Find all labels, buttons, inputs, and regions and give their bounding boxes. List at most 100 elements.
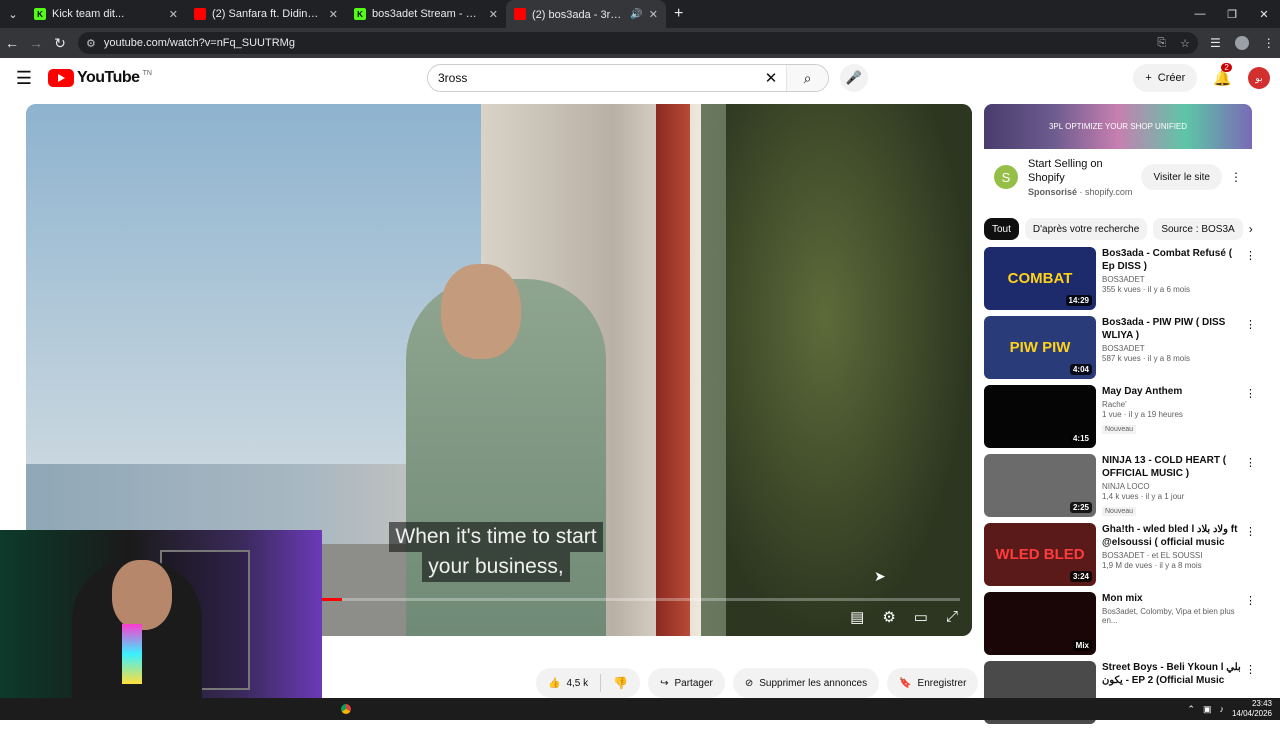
video-meta: 1,9 M de vues · il y a 8 mois (1102, 561, 1202, 570)
dislike-button[interactable]: 👎 (601, 676, 640, 690)
video-frame-person-head (441, 264, 521, 359)
save-button[interactable]: 🔖 Enregistrer (887, 668, 979, 698)
thumbnail-text: PIW PIW (1009, 339, 1071, 356)
thumbs-up-icon: 👍 (548, 677, 561, 689)
close-tab-icon[interactable]: ✕ (169, 8, 178, 21)
create-button[interactable]: + Créer (1133, 64, 1198, 92)
tab-search-button[interactable]: ⌄ (0, 0, 26, 28)
new-tab-icon[interactable]: + (674, 5, 683, 23)
recommendation-item[interactable]: PIW PIW 4:04 Bos3ada - PIW PIW ( DISS WLIY… (984, 316, 1256, 385)
chip-source[interactable]: Source : BOS3A (1153, 218, 1243, 240)
kick-icon: K (34, 8, 46, 20)
channel-name[interactable]: Rache' (1102, 400, 1242, 409)
clock[interactable]: 23:43 14/04/2026 (1232, 699, 1272, 719)
close-tab-icon[interactable]: ✕ (489, 8, 498, 21)
chevron-right-icon[interactable]: › (1249, 222, 1253, 236)
browser-menu-icon[interactable]: ⋮ (1263, 36, 1275, 50)
video-title[interactable]: May Day Anthem (1102, 385, 1242, 398)
recommendation-item[interactable]: 2:25 NINJA 13 - COLD HEART ( OFFICIAL MUS… (984, 454, 1256, 523)
fullscreen-icon[interactable]: ⤢ (946, 608, 958, 626)
account-avatar[interactable]: ﺑﻮ (1248, 67, 1270, 89)
webcam-streamer-face (112, 560, 172, 630)
search-icon[interactable]: ⌕ (786, 65, 828, 91)
thumbnail-text: COMBAT (1007, 270, 1073, 287)
speaker-icon[interactable]: 🔊 (630, 9, 642, 20)
clear-search-icon[interactable]: ✕ (756, 69, 786, 87)
channel-name[interactable]: Bos3adet, Colomby, Vipa et bien plus en.… (1102, 607, 1242, 625)
browser-tab-active[interactable]: (2) bos3ada - 3ross l عرض 🔊 ✕ (506, 0, 666, 28)
recommendation-item[interactable]: Mix Mon mix Bos3adet, Colomby, Vipa et bie… (984, 592, 1256, 661)
video-menu-icon[interactable]: ⋮ (1245, 525, 1256, 538)
remove-ads-button[interactable]: ⊘ Supprimer les annonces (732, 668, 880, 698)
video-menu-icon[interactable]: ⋮ (1245, 456, 1256, 469)
video-title[interactable]: Bos3ada - PIW PIW ( DISS WLIYA ) (1102, 316, 1242, 342)
maximize-icon[interactable]: ❐ (1216, 0, 1248, 28)
close-window-icon[interactable]: ✕ (1248, 0, 1280, 28)
network-icon[interactable]: ▣ (1203, 704, 1212, 715)
ad-title[interactable]: Start Selling on Shopify (1028, 157, 1141, 185)
browser-tab[interactable]: K Kick team dit... ✕ (26, 0, 186, 28)
close-tab-icon[interactable]: ✕ (329, 8, 338, 21)
video-title[interactable]: NINJA 13 - COLD HEART ( OFFICIAL MUSIC ) (1102, 454, 1242, 480)
profile-avatar[interactable] (1234, 36, 1249, 50)
chip-all[interactable]: Tout (984, 218, 1019, 240)
video-menu-icon[interactable]: ⋮ (1245, 249, 1256, 262)
video-thumbnail[interactable]: 4:15 (984, 385, 1096, 448)
volume-icon[interactable]: ♪ (1219, 704, 1224, 714)
video-thumbnail[interactable]: 2:25 (984, 454, 1096, 517)
video-title[interactable]: Street Boys - Beli Ykoun l بلي يكون - EP… (1102, 661, 1242, 687)
channel-name[interactable]: BOS3ADET · et EL SOUSSI (1102, 551, 1242, 560)
video-thumbnail[interactable]: PIW PIW 4:04 (984, 316, 1096, 379)
ad-menu-icon[interactable]: ⋮ (1230, 170, 1242, 184)
notifications-bell-icon[interactable]: 🔔 2 (1213, 63, 1232, 87)
recommendation-item[interactable]: COMBAT 14:29 Bos3ada - Combat Refusé ( Ep … (984, 247, 1256, 316)
close-tab-icon[interactable]: ✕ (649, 8, 658, 21)
forward-icon[interactable]: → (24, 35, 48, 51)
search-box[interactable]: 3ross ✕ ⌕ (427, 64, 829, 92)
video-thumbnail[interactable]: WLED BLED 3:24 (984, 523, 1096, 586)
theater-mode-icon[interactable]: ▭ (914, 608, 928, 626)
video-frame-foliage (726, 104, 972, 636)
subtitles-icon[interactable]: ▤ (850, 608, 864, 626)
install-app-icon[interactable]: ⎘ (1157, 37, 1166, 50)
chrome-taskbar-icon[interactable] (338, 701, 354, 717)
recommendation-item[interactable]: 4:15 May Day Anthem Rache' 1 vue · il y a 1… (984, 385, 1256, 454)
video-menu-icon[interactable]: ⋮ (1245, 594, 1256, 607)
recommendation-item[interactable]: WLED BLED 3:24 Gha!th - wled bled l ولاد ب… (984, 523, 1256, 592)
back-icon[interactable]: ← (0, 35, 24, 51)
extensions-icon[interactable]: ☰ (1210, 36, 1221, 50)
channel-name[interactable]: NINJA LOCO (1102, 482, 1242, 491)
share-button[interactable]: ↪ Partager (648, 668, 725, 698)
tab-title: bos3adet Stream - Watch Live on (372, 8, 483, 20)
voice-search-icon[interactable]: 🎤 (840, 64, 868, 92)
video-meta: 355 k vues · il y a 6 mois (1102, 285, 1191, 294)
ad-banner[interactable]: 3PL OPTIMIZE YOUR SHOP UNIFIED (984, 104, 1252, 149)
reload-icon[interactable]: ↻ (48, 35, 72, 52)
video-menu-icon[interactable]: ⋮ (1245, 318, 1256, 331)
video-title[interactable]: Mon mix (1102, 592, 1242, 605)
video-thumbnail[interactable]: Mix (984, 592, 1096, 655)
chip-related[interactable]: D'après votre recherche (1024, 218, 1148, 240)
minimize-icon[interactable]: — (1184, 0, 1216, 28)
tray-arrow-icon[interactable]: ⌃ (1187, 704, 1195, 715)
browser-tab[interactable]: (2) Sanfara ft. Didine Canon 16 ✕ (186, 0, 346, 28)
video-menu-icon[interactable]: ⋮ (1245, 663, 1256, 676)
site-info-icon[interactable]: ⚙ (86, 37, 96, 50)
bookmark-star-icon[interactable]: ☆ (1180, 37, 1190, 50)
video-menu-icon[interactable]: ⋮ (1245, 387, 1256, 400)
settings-gear-icon[interactable]: ⚙ (882, 608, 895, 626)
browser-tab[interactable]: K bos3adet Stream - Watch Live on ✕ (346, 0, 506, 28)
visit-site-button[interactable]: Visiter le site (1141, 164, 1222, 190)
video-title[interactable]: Bos3ada - Combat Refusé ( Ep DISS ) (1102, 247, 1242, 273)
youtube-logo[interactable]: YouTube TN (48, 69, 152, 87)
sponsored-ad[interactable]: 3PL OPTIMIZE YOUR SHOP UNIFIED S Start S… (984, 104, 1252, 214)
video-thumbnail[interactable]: COMBAT 14:29 (984, 247, 1096, 310)
url-field[interactable]: ⚙ youtube.com/watch?v=nFq_SUUTRMg ⎘ ☆ (78, 32, 1198, 54)
channel-name[interactable]: BOS3ADET (1102, 344, 1242, 353)
search-input[interactable]: 3ross (428, 71, 756, 85)
channel-name[interactable]: BOS3ADET (1102, 275, 1242, 284)
like-button[interactable]: 👍 4,5 k (536, 674, 602, 692)
video-title[interactable]: Gha!th - wled bled l ولاد بلاد ft @elsou… (1102, 523, 1242, 549)
menu-hamburger-icon[interactable]: ☰ (0, 68, 48, 89)
duration-badge: 14:29 (1065, 295, 1092, 306)
